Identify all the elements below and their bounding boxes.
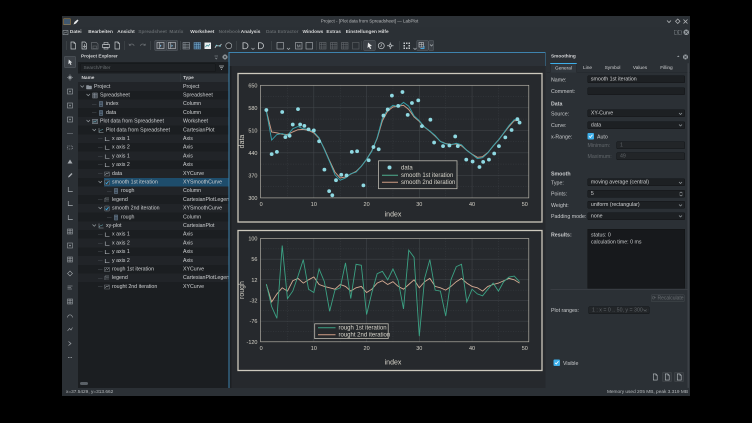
svg-text:smooth 2nd iteration: smooth 2nd iteration xyxy=(401,180,455,186)
svg-text:440: 440 xyxy=(248,151,257,157)
svg-text:100: 100 xyxy=(248,236,257,242)
svg-text:40: 40 xyxy=(469,202,475,208)
svg-text:0: 0 xyxy=(259,346,262,352)
svg-text:data: data xyxy=(401,166,413,172)
svg-text:510: 510 xyxy=(248,128,257,134)
svg-text:20: 20 xyxy=(363,202,369,208)
svg-text:rough 1st iteration: rough 1st iteration xyxy=(338,326,386,332)
svg-text:300: 300 xyxy=(248,196,257,202)
svg-text:smooth 1st iteration: smooth 1st iteration xyxy=(401,173,453,179)
svg-text:30: 30 xyxy=(416,202,422,208)
svg-text:30: 30 xyxy=(416,346,422,352)
svg-text:M: M xyxy=(297,43,301,48)
svg-text:index: index xyxy=(384,212,401,219)
svg-text:650: 650 xyxy=(248,83,257,89)
svg-text:rough: rough xyxy=(239,281,246,299)
svg-text:10: 10 xyxy=(311,346,317,352)
svg-text:56: 56 xyxy=(251,257,257,263)
svg-text:370: 370 xyxy=(248,173,257,179)
svg-text:rought 2nd iteration: rought 2nd iteration xyxy=(338,333,390,339)
svg-text:50: 50 xyxy=(522,202,528,208)
svg-text:12: 12 xyxy=(251,278,257,284)
svg-text:-76: -76 xyxy=(249,319,257,325)
svg-text:index: index xyxy=(384,360,401,367)
svg-text:data: data xyxy=(239,135,246,149)
svg-text:-32: -32 xyxy=(249,298,257,304)
svg-text:10: 10 xyxy=(311,202,317,208)
svg-text:40: 40 xyxy=(469,346,475,352)
svg-text:580: 580 xyxy=(248,106,257,112)
svg-text:0: 0 xyxy=(259,202,262,208)
svg-text:-120: -120 xyxy=(246,340,257,346)
svg-text:20: 20 xyxy=(363,346,369,352)
svg-text:50: 50 xyxy=(522,346,528,352)
